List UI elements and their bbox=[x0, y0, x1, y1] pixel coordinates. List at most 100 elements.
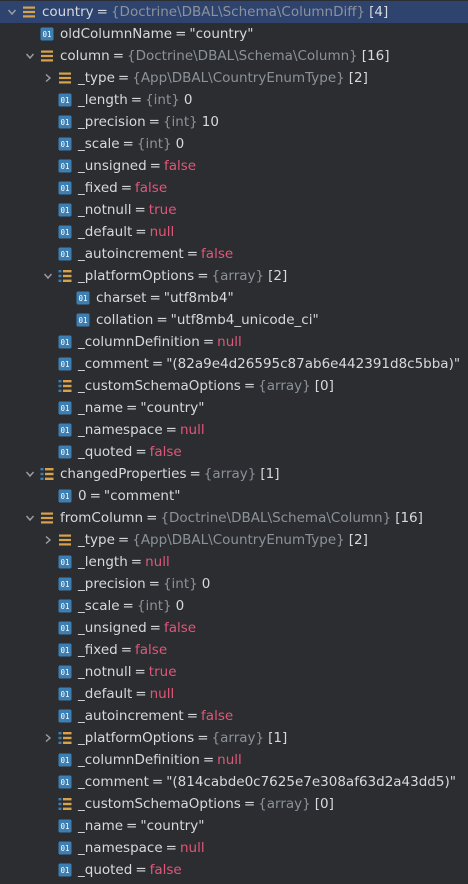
tree-row-30[interactable]: 01 _notnull = true bbox=[0, 661, 468, 683]
expanded-chevron-icon[interactable] bbox=[42, 265, 54, 287]
variable-type: {Doctrine\DBAL\Schema\Column} bbox=[127, 48, 358, 64]
variable-name: _autoincrement bbox=[78, 246, 184, 262]
variable-name: _default bbox=[78, 224, 133, 240]
tree-row-6[interactable]: 01 _scale = {int} 0 bbox=[0, 133, 468, 155]
expanded-chevron-icon[interactable] bbox=[24, 45, 36, 67]
field-icon: 01 bbox=[58, 643, 72, 657]
tree-row-22[interactable]: 01 0 = "comment" bbox=[0, 485, 468, 507]
tree-row-13[interactable]: 01 charset = "utf8mb4" bbox=[0, 287, 468, 309]
tree-row-2[interactable]: column = {Doctrine\DBAL\Schema\Column} [16] bbox=[0, 45, 468, 67]
tree-row-29[interactable]: 01 _fixed = false bbox=[0, 639, 468, 661]
svg-text:01: 01 bbox=[60, 162, 69, 171]
variable-name: _unsigned bbox=[78, 620, 147, 636]
field-icon: 01 bbox=[76, 313, 90, 327]
element-count: [4] bbox=[369, 4, 389, 20]
variable-type: {App\DBAL\CountryEnumType} bbox=[132, 532, 345, 548]
expanded-chevron-icon[interactable] bbox=[24, 463, 36, 485]
tree-row-27[interactable]: 01 _scale = {int} 0 bbox=[0, 595, 468, 617]
svg-text:01: 01 bbox=[60, 118, 69, 127]
tree-row-37[interactable]: 01 _name = "country" bbox=[0, 815, 468, 837]
equals-sign: = bbox=[130, 554, 143, 570]
equals-sign: = bbox=[134, 664, 146, 680]
array-icon bbox=[58, 269, 72, 283]
tree-row-17[interactable]: _customSchemaOptions = {array} [0] bbox=[0, 375, 468, 397]
tree-row-10[interactable]: 01 _default = null bbox=[0, 221, 468, 243]
variable-type: {array} bbox=[211, 268, 265, 284]
tree-row-12[interactable]: _platformOptions = {array} [2] bbox=[0, 265, 468, 287]
tree-row-18[interactable]: 01 _name = "country" bbox=[0, 397, 468, 419]
variable-name: _namespace bbox=[78, 422, 163, 438]
tree-row-8[interactable]: 01 _fixed = false bbox=[0, 177, 468, 199]
tree-row-34[interactable]: 01 _columnDefinition = null bbox=[0, 749, 468, 771]
tree-row-20[interactable]: 01 _quoted = false bbox=[0, 441, 468, 463]
equals-sign: = bbox=[134, 202, 146, 218]
collapsed-chevron-icon[interactable] bbox=[42, 529, 54, 551]
tree-row-5[interactable]: 01 _precision = {int} 10 bbox=[0, 111, 468, 133]
field-icon: 01 bbox=[58, 357, 72, 371]
variable-value: true bbox=[148, 202, 177, 218]
tree-row-16[interactable]: 01 _comment = "(82a9e4d26595c87ab6e442391d8… bbox=[0, 353, 468, 375]
tree-row-11[interactable]: 01 _autoincrement = false bbox=[0, 243, 468, 265]
element-count: [2] bbox=[348, 532, 368, 548]
object-icon bbox=[22, 5, 36, 19]
svg-text:01: 01 bbox=[60, 866, 69, 875]
tree-row-26[interactable]: 01 _precision = {int} 0 bbox=[0, 573, 468, 595]
variable-name: _columnDefinition bbox=[78, 334, 200, 350]
collapsed-chevron-icon[interactable] bbox=[42, 727, 54, 749]
field-icon: 01 bbox=[58, 159, 72, 173]
expanded-chevron-icon[interactable] bbox=[24, 507, 36, 529]
tree-row-33[interactable]: _platformOptions = {array} [1] bbox=[0, 727, 468, 749]
tree-row-1[interactable]: 01 oldColumnName = "country" bbox=[0, 23, 468, 45]
variable-name: changedProperties bbox=[60, 466, 187, 482]
variable-name: _unsigned bbox=[78, 158, 147, 174]
tree-row-3[interactable]: _type = {App\DBAL\CountryEnumType} [2] bbox=[0, 67, 468, 89]
tree-row-38[interactable]: 01 _namespace = null bbox=[0, 837, 468, 859]
field-icon: 01 bbox=[58, 93, 72, 107]
svg-text:01: 01 bbox=[60, 690, 69, 699]
equals-sign: = bbox=[202, 752, 215, 768]
svg-text:01: 01 bbox=[60, 206, 69, 215]
svg-text:01: 01 bbox=[60, 448, 69, 457]
tree-row-35[interactable]: 01 _comment = "(814cabde0c7625e7e308af63d2a… bbox=[0, 771, 468, 793]
equals-sign: = bbox=[197, 730, 209, 746]
variable-name: 0 bbox=[78, 488, 87, 504]
element-count: [16] bbox=[361, 48, 390, 64]
tree-row-19[interactable]: 01 _namespace = null bbox=[0, 419, 468, 441]
tree-row-21[interactable]: changedProperties = {array} [1] bbox=[0, 463, 468, 485]
tree-row-32[interactable]: 01 _autoincrement = false bbox=[0, 705, 468, 727]
tree-row-15[interactable]: 01 _columnDefinition = null bbox=[0, 331, 468, 353]
tree-row-14[interactable]: 01 collation = "utf8mb4_unicode_ci" bbox=[0, 309, 468, 331]
tree-row-28[interactable]: 01 _unsigned = false bbox=[0, 617, 468, 639]
tree-row-9[interactable]: 01 _notnull = true bbox=[0, 199, 468, 221]
tree-row-7[interactable]: 01 _unsigned = false bbox=[0, 155, 468, 177]
variable-type: {int} bbox=[136, 598, 172, 614]
element-count: [0] bbox=[314, 378, 334, 394]
variable-name: oldColumnName bbox=[60, 26, 173, 42]
expanded-chevron-icon[interactable] bbox=[6, 1, 18, 23]
tree-row-23[interactable]: fromColumn = {Doctrine\DBAL\Schema\Column}… bbox=[0, 507, 468, 529]
equals-sign: = bbox=[96, 4, 108, 20]
variable-value: null bbox=[145, 554, 170, 570]
svg-text:01: 01 bbox=[60, 250, 69, 259]
tree-row-25[interactable]: 01 _length = null bbox=[0, 551, 468, 573]
tree-row-39[interactable]: 01 _quoted = false bbox=[0, 859, 468, 881]
tree-row-24[interactable]: _type = {App\DBAL\CountryEnumType} [2] bbox=[0, 529, 468, 551]
collapsed-chevron-icon[interactable] bbox=[42, 67, 54, 89]
variable-value: false bbox=[163, 620, 197, 636]
svg-text:01: 01 bbox=[60, 822, 69, 831]
variable-value: 0 bbox=[201, 576, 211, 592]
field-icon: 01 bbox=[58, 335, 72, 349]
tree-row-31[interactable]: 01 _default = null bbox=[0, 683, 468, 705]
tree-row-4[interactable]: 01 _length = {int} 0 bbox=[0, 89, 468, 111]
tree-row-36[interactable]: _customSchemaOptions = {array} [0] bbox=[0, 793, 468, 815]
variable-value: "country" bbox=[140, 818, 205, 834]
tree-row-0[interactable]: country = {Doctrine\DBAL\Schema\ColumnDiff… bbox=[0, 1, 468, 23]
svg-text:01: 01 bbox=[60, 338, 69, 347]
